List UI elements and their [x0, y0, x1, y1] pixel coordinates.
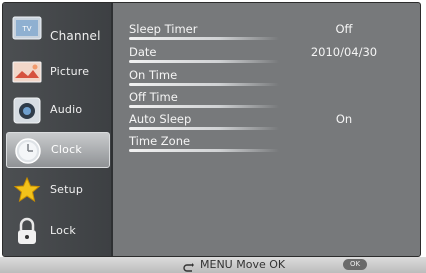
sidebar-item-channel[interactable]: TV Channel	[6, 13, 110, 49]
sidebar-item-label: Channel	[50, 29, 101, 43]
sidebar-item-label: Lock	[50, 224, 76, 237]
picture-icon	[12, 57, 42, 87]
setting-label: Off Time	[129, 90, 178, 104]
hint-bar: MENU Move OK OK	[0, 257, 426, 273]
setting-value: Off	[335, 22, 353, 36]
sidebar-item-lock[interactable]: Lock	[6, 214, 110, 250]
return-icon	[183, 259, 195, 272]
clock-icon	[13, 135, 43, 165]
setting-auto-sleep[interactable]: Auto Sleep On	[129, 110, 389, 132]
sidebar-item-label: Picture	[50, 65, 90, 78]
sidebar: TV Channel Picture Audio Clock Setup Loc…	[3, 3, 113, 256]
sidebar-item-label: Clock	[51, 143, 82, 156]
sidebar-item-clock[interactable]: Clock	[6, 132, 110, 168]
setting-label: Date	[129, 45, 157, 59]
setting-label: Auto Sleep	[129, 112, 192, 126]
setting-value: 2010/04/30	[310, 45, 378, 59]
row-underline	[129, 127, 279, 130]
setting-label: Sleep Timer	[129, 22, 198, 36]
setting-value: On	[335, 112, 353, 126]
row-underline	[129, 149, 279, 152]
setting-time-zone[interactable]: Time Zone	[129, 132, 389, 154]
setting-off-time[interactable]: Off Time	[129, 88, 389, 110]
sidebar-item-setup[interactable]: Setup	[6, 173, 110, 209]
row-underline	[129, 105, 279, 108]
channel-icon: TV	[12, 15, 42, 45]
tv-osd-screen: TV Channel Picture Audio Clock Setup Loc…	[0, 0, 426, 273]
hint-text: MENU Move OK	[200, 258, 286, 271]
row-underline	[129, 83, 279, 86]
setup-icon	[12, 175, 42, 205]
row-underline	[129, 37, 279, 40]
lock-icon	[12, 216, 42, 246]
audio-icon	[12, 95, 42, 125]
setting-label: On Time	[129, 68, 178, 82]
sidebar-item-audio[interactable]: Audio	[6, 93, 110, 129]
setting-date[interactable]: Date 2010/04/30	[129, 43, 389, 65]
sidebar-item-label: Audio	[50, 103, 83, 116]
sidebar-item-label: Setup	[50, 183, 84, 196]
row-underline	[129, 60, 279, 63]
ok-badge: OK	[343, 259, 367, 270]
setting-on-time[interactable]: On Time	[129, 66, 389, 88]
svg-text:TV: TV	[21, 25, 31, 33]
setting-sleep-timer[interactable]: Sleep Timer Off	[129, 20, 389, 42]
sidebar-item-picture[interactable]: Picture	[6, 55, 110, 91]
menu-panel: TV Channel Picture Audio Clock Setup Loc…	[2, 2, 421, 257]
setting-label: Time Zone	[129, 134, 191, 148]
clock-settings-list: Sleep Timer Off Date 2010/04/30 On Time …	[113, 3, 420, 256]
